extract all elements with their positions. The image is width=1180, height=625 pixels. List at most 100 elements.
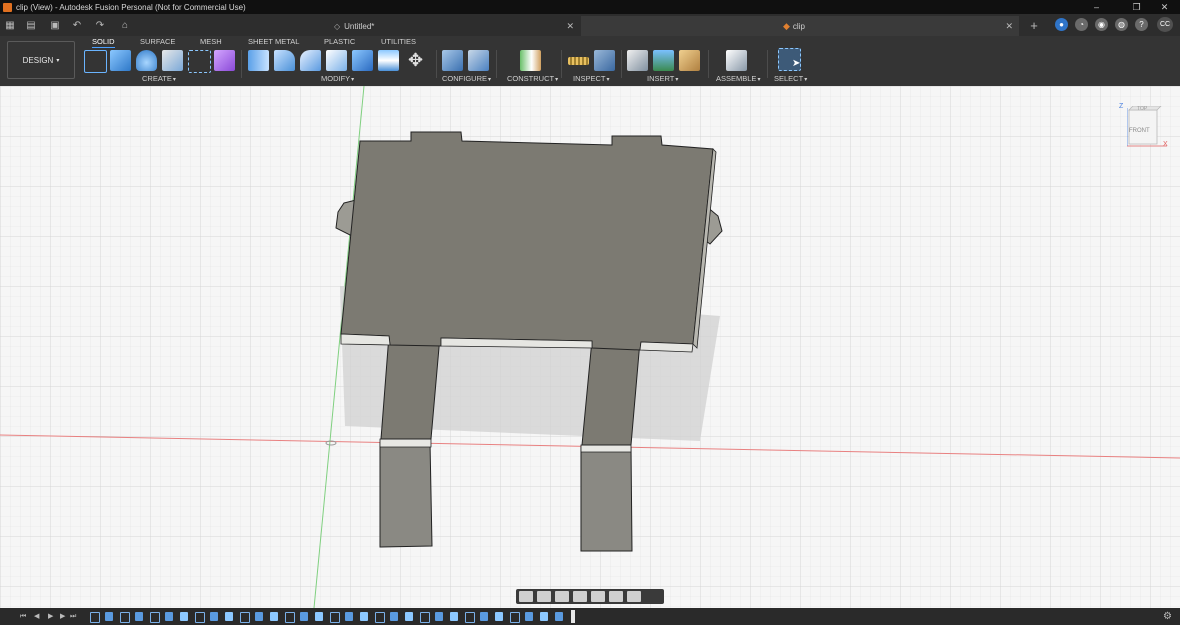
assemble-menu[interactable]: ASSEMBLE▾ <box>716 74 760 83</box>
construct-menu[interactable]: CONSTRUCT▾ <box>507 74 558 83</box>
modify-menu[interactable]: MODIFY▾ <box>321 74 354 83</box>
extrude-icon[interactable] <box>110 50 131 71</box>
configure-menu[interactable]: CONFIGURE▾ <box>442 74 491 83</box>
step-forward-icon[interactable]: ▶ <box>60 613 67 620</box>
file-menu-icon[interactable]: ▤ <box>24 17 38 33</box>
help-icon[interactable]: ? <box>1135 18 1148 31</box>
close-tab-icon[interactable]: ✕ <box>566 21 574 32</box>
timeline-extrude-icon[interactable] <box>480 612 488 621</box>
pattern-icon[interactable] <box>188 50 211 73</box>
hole-icon[interactable] <box>162 50 183 71</box>
timeline-sketch-icon[interactable] <box>285 612 295 623</box>
timeline-sketch-icon[interactable] <box>195 612 205 623</box>
timeline-sketch-icon[interactable] <box>120 612 130 623</box>
apps-grid-icon[interactable]: ▦ <box>3 17 17 33</box>
configure-table-icon[interactable] <box>442 50 463 71</box>
user-avatar[interactable]: CC <box>1157 17 1173 32</box>
timeline-fillet-icon[interactable] <box>270 612 278 621</box>
new-component-icon[interactable] <box>726 50 747 71</box>
restore-button[interactable]: ❐ <box>1125 0 1148 14</box>
orbit-icon[interactable] <box>519 591 533 602</box>
timeline-fillet-icon[interactable] <box>540 612 548 621</box>
home-icon[interactable]: ⌂ <box>118 17 132 33</box>
insert-derive-icon[interactable] <box>627 50 648 71</box>
close-button[interactable]: ✕ <box>1153 0 1176 14</box>
inspect-menu[interactable]: INSPECT▾ <box>573 74 610 83</box>
timeline-fillet-icon[interactable] <box>315 612 323 621</box>
tab-clip[interactable]: ◆ clip ✕ <box>581 16 1019 36</box>
step-back-icon[interactable]: ◀ <box>34 613 41 620</box>
display-settings-icon[interactable] <box>609 591 623 602</box>
timeline-sketch-icon[interactable] <box>465 612 475 623</box>
shell-icon[interactable] <box>326 50 347 71</box>
zoom-icon[interactable] <box>573 591 587 602</box>
timeline-extrude-icon[interactable] <box>135 612 143 621</box>
canvas-viewport[interactable]: TOP FRONT Z X <box>0 86 1180 608</box>
timeline-fillet-icon[interactable] <box>225 612 233 621</box>
timeline-extrude-icon[interactable] <box>525 612 533 621</box>
tab-solid[interactable]: SOLID <box>92 37 115 48</box>
timeline-sketch-icon[interactable] <box>510 612 520 623</box>
timeline-sketch-icon[interactable] <box>420 612 430 623</box>
close-tab-icon[interactable]: ✕ <box>1005 21 1013 32</box>
offset-plane-icon[interactable] <box>520 50 541 71</box>
insert-menu[interactable]: INSERT▾ <box>647 74 678 83</box>
timeline-sketch-icon[interactable] <box>375 612 385 623</box>
fillet-icon[interactable] <box>274 50 295 71</box>
timeline-sketch-icon[interactable] <box>330 612 340 623</box>
measure-icon[interactable] <box>568 57 589 65</box>
move-copy-icon[interactable]: ✥ <box>405 50 426 71</box>
timeline-fillet-icon[interactable] <box>180 612 188 621</box>
workspace-switcher[interactable]: DESIGN ▾ <box>7 41 75 79</box>
timeline-extrude-icon[interactable] <box>300 612 308 621</box>
pan-icon[interactable] <box>555 591 569 602</box>
combine-icon[interactable] <box>352 50 373 71</box>
split-body-icon[interactable] <box>378 50 399 71</box>
revolve-icon[interactable] <box>136 50 157 71</box>
timeline-extrude-icon[interactable] <box>345 612 353 621</box>
job-status-icon[interactable]: ◔ <box>1075 18 1088 31</box>
timeline-extrude-icon[interactable] <box>390 612 398 621</box>
tab-sheet-metal[interactable]: SHEET METAL <box>248 37 299 46</box>
extensions-icon[interactable]: ● <box>1055 18 1068 31</box>
timeline-sketch-icon[interactable] <box>90 612 100 623</box>
minimize-button[interactable]: – <box>1085 0 1108 14</box>
play-icon[interactable]: ▶ <box>48 613 55 620</box>
interference-icon[interactable] <box>594 50 615 71</box>
tab-mesh[interactable]: MESH <box>200 37 222 46</box>
timeline-extrude-icon[interactable] <box>255 612 263 621</box>
go-to-start-icon[interactable]: ⏮ <box>20 613 27 620</box>
timeline-extrude-icon[interactable] <box>165 612 173 621</box>
timeline-marker[interactable] <box>571 610 575 623</box>
gear-icon[interactable]: ⚙ <box>1163 611 1172 622</box>
grid-settings-icon[interactable] <box>627 591 641 602</box>
timeline-fillet-icon[interactable] <box>450 612 458 621</box>
tab-untitled[interactable]: ◇ Untitled* ✕ <box>290 16 580 36</box>
notifications-icon[interactable]: ◉ <box>1095 18 1108 31</box>
timeline-sketch-icon[interactable] <box>150 612 160 623</box>
look-at-icon[interactable] <box>537 591 551 602</box>
timeline-fillet-icon[interactable] <box>495 612 503 621</box>
view-cube[interactable]: TOP FRONT Z X <box>1119 103 1168 148</box>
new-tab-icon[interactable]: + <box>1027 17 1041 33</box>
undo-icon[interactable]: ↶ <box>70 17 84 33</box>
chamfer-icon[interactable] <box>300 50 321 71</box>
create-sketch-icon[interactable] <box>84 50 107 73</box>
tab-utilities[interactable]: UTILITIES <box>381 37 416 46</box>
press-pull-icon[interactable] <box>248 50 269 71</box>
tab-plastic[interactable]: PLASTIC <box>324 37 355 46</box>
timeline-extrude-icon[interactable] <box>435 612 443 621</box>
timeline-fillet-icon[interactable] <box>405 612 413 621</box>
insert-canvas-icon[interactable] <box>653 50 674 71</box>
insert-mcmaster-icon[interactable] <box>679 50 700 71</box>
go-to-end-icon[interactable]: ⏭ <box>70 613 77 620</box>
select-menu[interactable]: SELECT▾ <box>774 74 807 83</box>
create-menu[interactable]: CREATE▾ <box>142 74 176 83</box>
create-form-icon[interactable] <box>214 50 235 71</box>
timeline-extrude-icon[interactable] <box>210 612 218 621</box>
save-icon[interactable]: ▣ <box>48 17 62 33</box>
timeline-fillet-icon[interactable] <box>360 612 368 621</box>
tab-surface[interactable]: SURFACE <box>140 37 175 46</box>
configure-rule-icon[interactable] <box>468 50 489 71</box>
timeline-extrude-icon[interactable] <box>555 612 563 621</box>
